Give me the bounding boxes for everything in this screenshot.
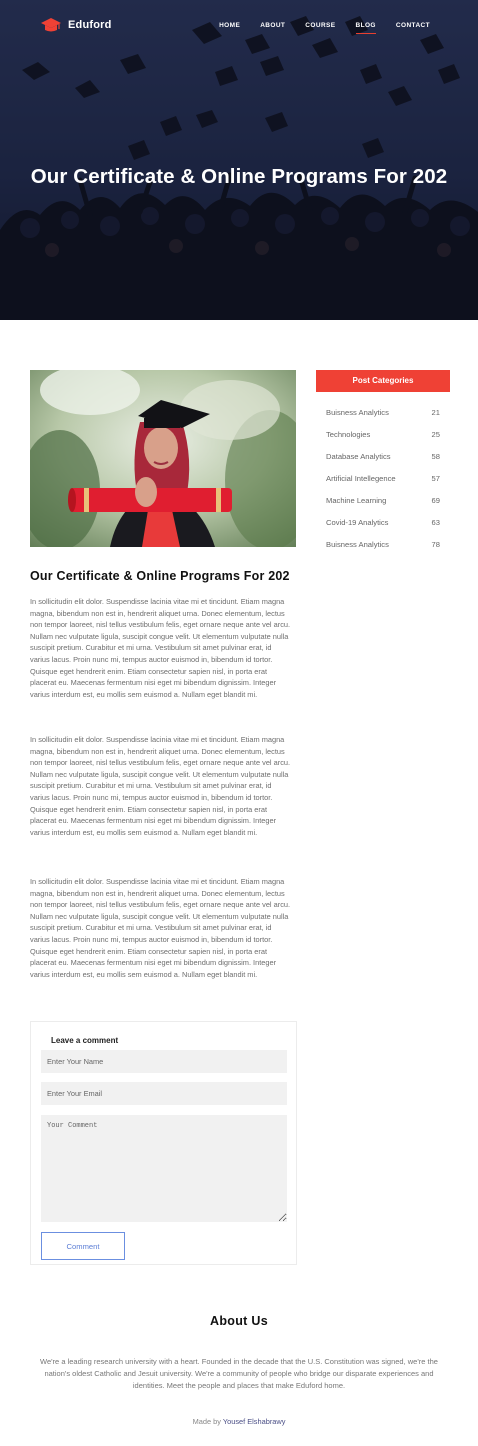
post-categories-header: Post Categories <box>316 370 450 392</box>
category-count: 63 <box>431 518 440 527</box>
nav-contact[interactable]: CONTACT <box>396 22 430 29</box>
article-image <box>30 370 296 547</box>
category-name: Artificial Intellegence <box>326 474 396 483</box>
category-count: 21 <box>431 408 440 417</box>
main-nav: HOME ABOUT COURSE BLOG CONTACT <box>219 22 430 34</box>
category-name: Technologies <box>326 430 371 439</box>
comment-textarea[interactable] <box>41 1115 287 1222</box>
comment-button[interactable]: Comment <box>41 1232 125 1260</box>
graduate-photo <box>30 370 296 547</box>
category-name: Machine Learning <box>326 496 387 505</box>
category-count: 25 <box>431 430 440 439</box>
category-name: Database Analytics <box>326 452 391 461</box>
category-name: Covid-19 Analytics <box>326 518 389 527</box>
article-title: Our Certificate & Online Programs For 20… <box>30 569 290 583</box>
name-input[interactable] <box>41 1050 287 1073</box>
comment-form: Leave a comment Comment <box>30 1021 297 1265</box>
nav-about[interactable]: ABOUT <box>260 22 285 29</box>
footer: Made by Yousef Elshabrawy <box>0 1417 478 1426</box>
email-input[interactable] <box>41 1082 287 1105</box>
category-count: 57 <box>431 474 440 483</box>
comment-form-title: Leave a comment <box>51 1036 119 1045</box>
category-item[interactable]: Technologies 25 <box>326 430 440 452</box>
nav-course[interactable]: COURSE <box>305 22 335 29</box>
graduation-cap-icon <box>41 18 61 32</box>
footer-author-link[interactable]: Yousef Elshabrawy <box>223 1417 286 1426</box>
category-count: 78 <box>431 540 440 549</box>
category-list: Buisness Analytics 21 Technologies 25 Da… <box>326 408 440 562</box>
category-item[interactable]: Artificial Intellegence 57 <box>326 474 440 496</box>
category-item[interactable]: Buisness Analytics 21 <box>326 408 440 430</box>
category-count: 69 <box>431 496 440 505</box>
nav-blog[interactable]: BLOG <box>355 22 377 34</box>
article-paragraph: In sollicitudin elit dolor. Suspendisse … <box>30 597 291 699</box>
category-count: 58 <box>431 452 440 461</box>
category-item[interactable]: Database Analytics 58 <box>326 452 440 474</box>
about-text: We're a leading research university with… <box>40 1357 438 1391</box>
footer-prefix: Made by <box>192 1417 223 1426</box>
brand-name: Eduford <box>68 19 112 31</box>
category-name: Buisness Analytics <box>326 408 389 417</box>
category-name: Buisness Analytics <box>326 540 389 549</box>
category-item[interactable]: Machine Learning 69 <box>326 496 440 518</box>
article-paragraph: In sollicitudin elit dolor. Suspendisse … <box>30 877 291 979</box>
category-item[interactable]: Buisness Analytics 78 <box>326 540 440 562</box>
about-title: About Us <box>210 1314 268 1328</box>
brand-logo[interactable]: Eduford <box>40 16 112 34</box>
article-paragraph: In sollicitudin elit dolor. Suspendisse … <box>30 735 291 837</box>
nav-home[interactable]: HOME <box>219 22 240 29</box>
hero-overlay <box>0 0 478 320</box>
hero-title: Our Certificate & Online Programs For 20… <box>30 165 448 188</box>
category-item[interactable]: Covid-19 Analytics 63 <box>326 518 440 540</box>
hero-banner: Eduford HOME ABOUT COURSE BLOG CONTACT O… <box>0 0 478 320</box>
